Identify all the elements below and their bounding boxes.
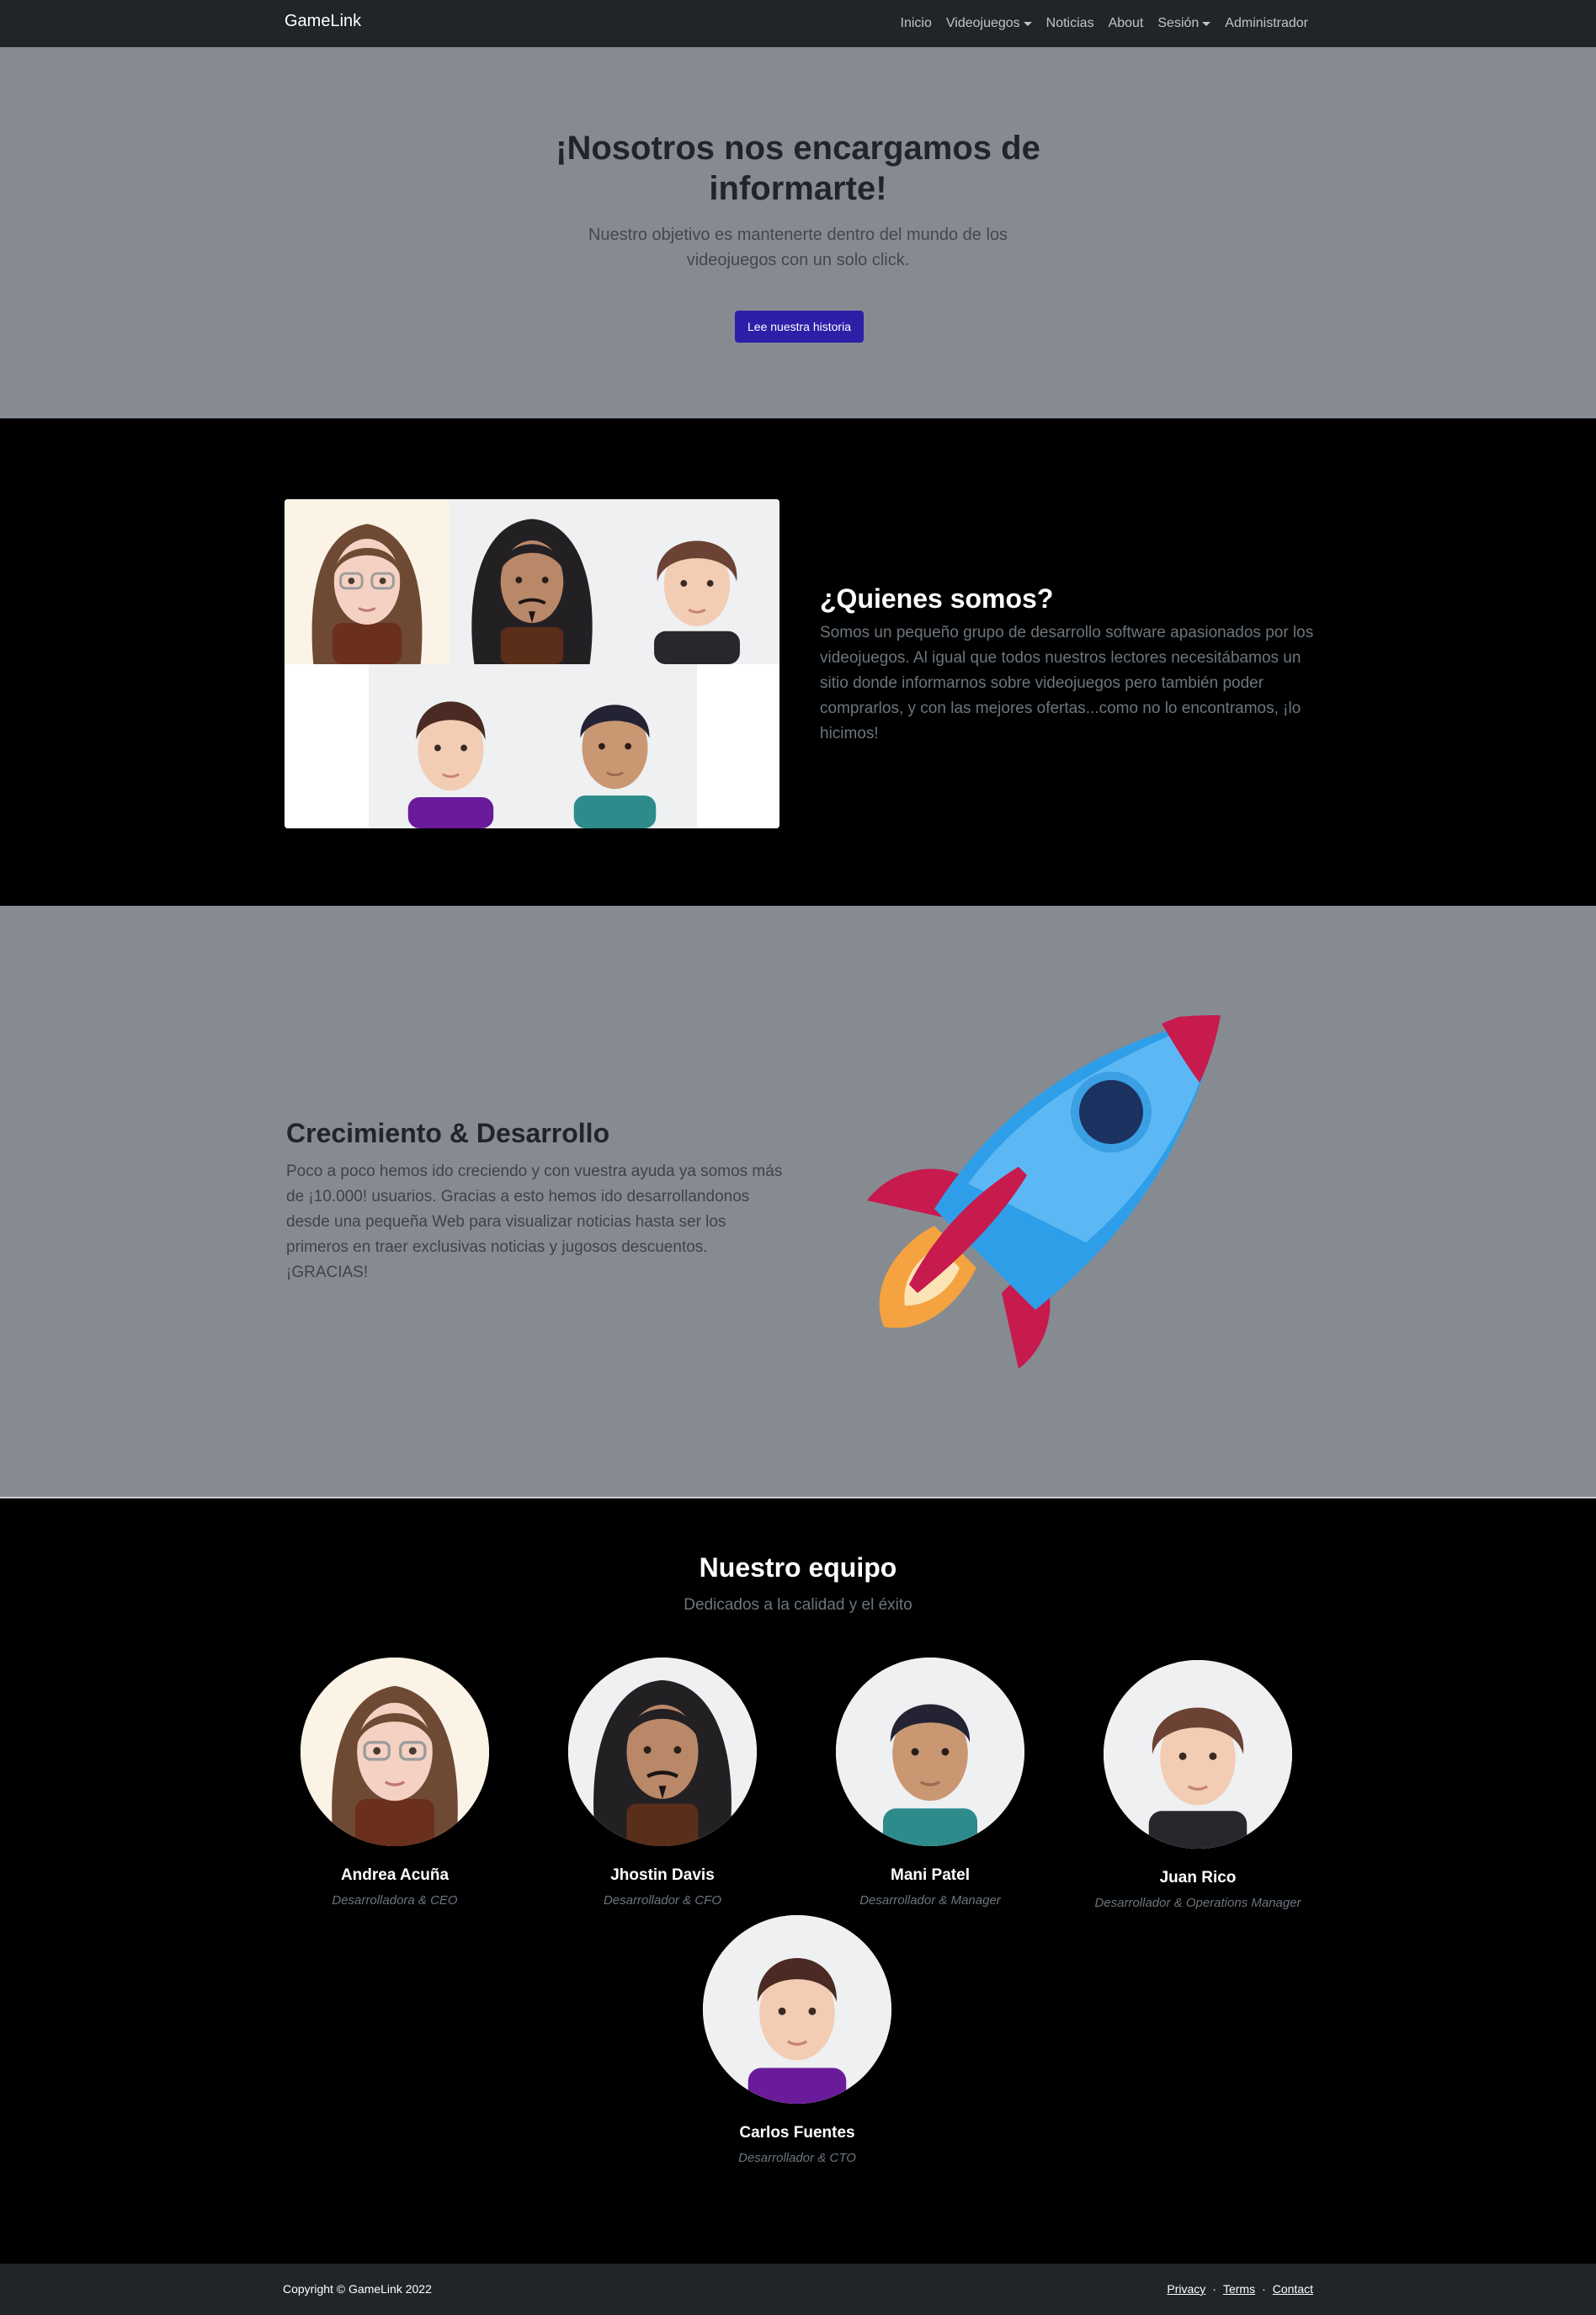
growth-section: Crecimiento & Desarrollo Poco a poco hem… [0,906,1596,1498]
nav-link-label: Videojuegos [945,16,1020,30]
member-role: Desarrollador & CTO [738,2151,856,2165]
member-role: Desarrollador & Operations Manager [1094,1896,1301,1910]
nav-link-label: Noticias [1045,16,1094,30]
footer: Copyright © GameLink 2022 Privacy · Term… [0,2264,1596,2315]
team-title: Nuestro equipo [699,1552,897,1583]
member-name: Mani Patel [891,1866,970,1884]
nav-link-label: Inicio [900,16,932,30]
team-subtitle: Dedicados a la calidad y el éxito [684,1596,912,1614]
nav-links: Inicio Videojuegos Noticias About Sesión… [901,0,1308,47]
footer-separator: · [1212,2282,1216,2296]
copyright-text: Copyright © GameLink 2022 [283,2282,432,2296]
brand-logo[interactable]: GameLink [285,12,361,31]
team-section: Nuestro equipo Dedicados a la calidad y … [0,1498,1596,2264]
about-title: ¿Quienes somos? [820,583,1054,614]
navbar: GameLink Inicio Videojuegos Noticias Abo… [0,0,1596,47]
team-collage-svg [285,499,779,828]
team-member-card: Carlos Fuentes Desarrollador & CTO [663,1915,931,2165]
member-name: Andrea Acuña [340,1866,450,1884]
nav-link-label: Sesión [1157,16,1200,30]
member-name: Juan Rico [1159,1869,1237,1887]
hero-subtitle: Nuestro objetivo es mantenerte dentro de… [588,226,1008,269]
nav-link-about[interactable]: About [1109,16,1144,31]
team-collage-image [285,499,779,828]
member-name: Jhostin Davis [610,1866,715,1884]
growth-text: Poco a poco hemos ido creciendo y con vu… [286,1163,783,1281]
avatar [301,1658,489,1846]
team-member-card: Jhostin Davis Desarrollador & CFO [529,1658,796,1908]
nav-link-inicio[interactable]: Inicio [901,16,932,31]
team-member-card: Mani Patel Desarrollador & Manager [796,1658,1064,1908]
footer-link-terms[interactable]: Terms [1223,2282,1255,2296]
nav-dropdown-videojuegos[interactable]: Videojuegos [946,16,1032,31]
avatar [836,1658,1024,1846]
caret-down-icon [1202,21,1211,26]
nav-link-label: About [1108,16,1144,30]
member-role: Desarrollador & Manager [859,1893,1001,1908]
nav-link-noticias[interactable]: Noticias [1046,16,1094,31]
about-section: ¿Quienes somos? Somos un pequeño grupo d… [0,418,1596,906]
footer-links: Privacy · Terms · Contact [1167,2282,1313,2296]
caret-down-icon [1023,21,1032,26]
member-role: Desarrollador & CFO [603,1893,722,1908]
hero-title: ¡Nosotros nos encargamos de informarte! [556,130,1040,207]
about-text: Somos un pequeño grupo de desarrollo sof… [820,624,1314,742]
member-role: Desarrolladora & CEO [332,1893,458,1908]
avatar [568,1658,757,1846]
nav-dropdown-sesion[interactable]: Sesión [1157,16,1211,31]
footer-link-privacy[interactable]: Privacy [1167,2282,1205,2296]
hero-section: ¡Nosotros nos encargamos de informarte! … [0,47,1596,418]
nav-link-label: Administrador [1225,16,1308,30]
team-member-card: Juan Rico Desarrollador & Operations Man… [1064,1660,1332,1910]
growth-title: Crecimiento & Desarrollo [286,1118,610,1148]
team-member-card: Andrea Acuña Desarrolladora & CEO [261,1658,529,1908]
nav-link-administrador[interactable]: Administrador [1225,16,1308,31]
footer-link-contact[interactable]: Contact [1273,2282,1313,2296]
avatar [1104,1660,1292,1849]
rocket-icon [867,1015,1221,1369]
footer-separator: · [1262,2282,1266,2296]
avatar [703,1915,891,2104]
member-name: Carlos Fuentes [739,2124,855,2142]
read-story-button[interactable]: Lee nuestra historia [735,311,864,343]
